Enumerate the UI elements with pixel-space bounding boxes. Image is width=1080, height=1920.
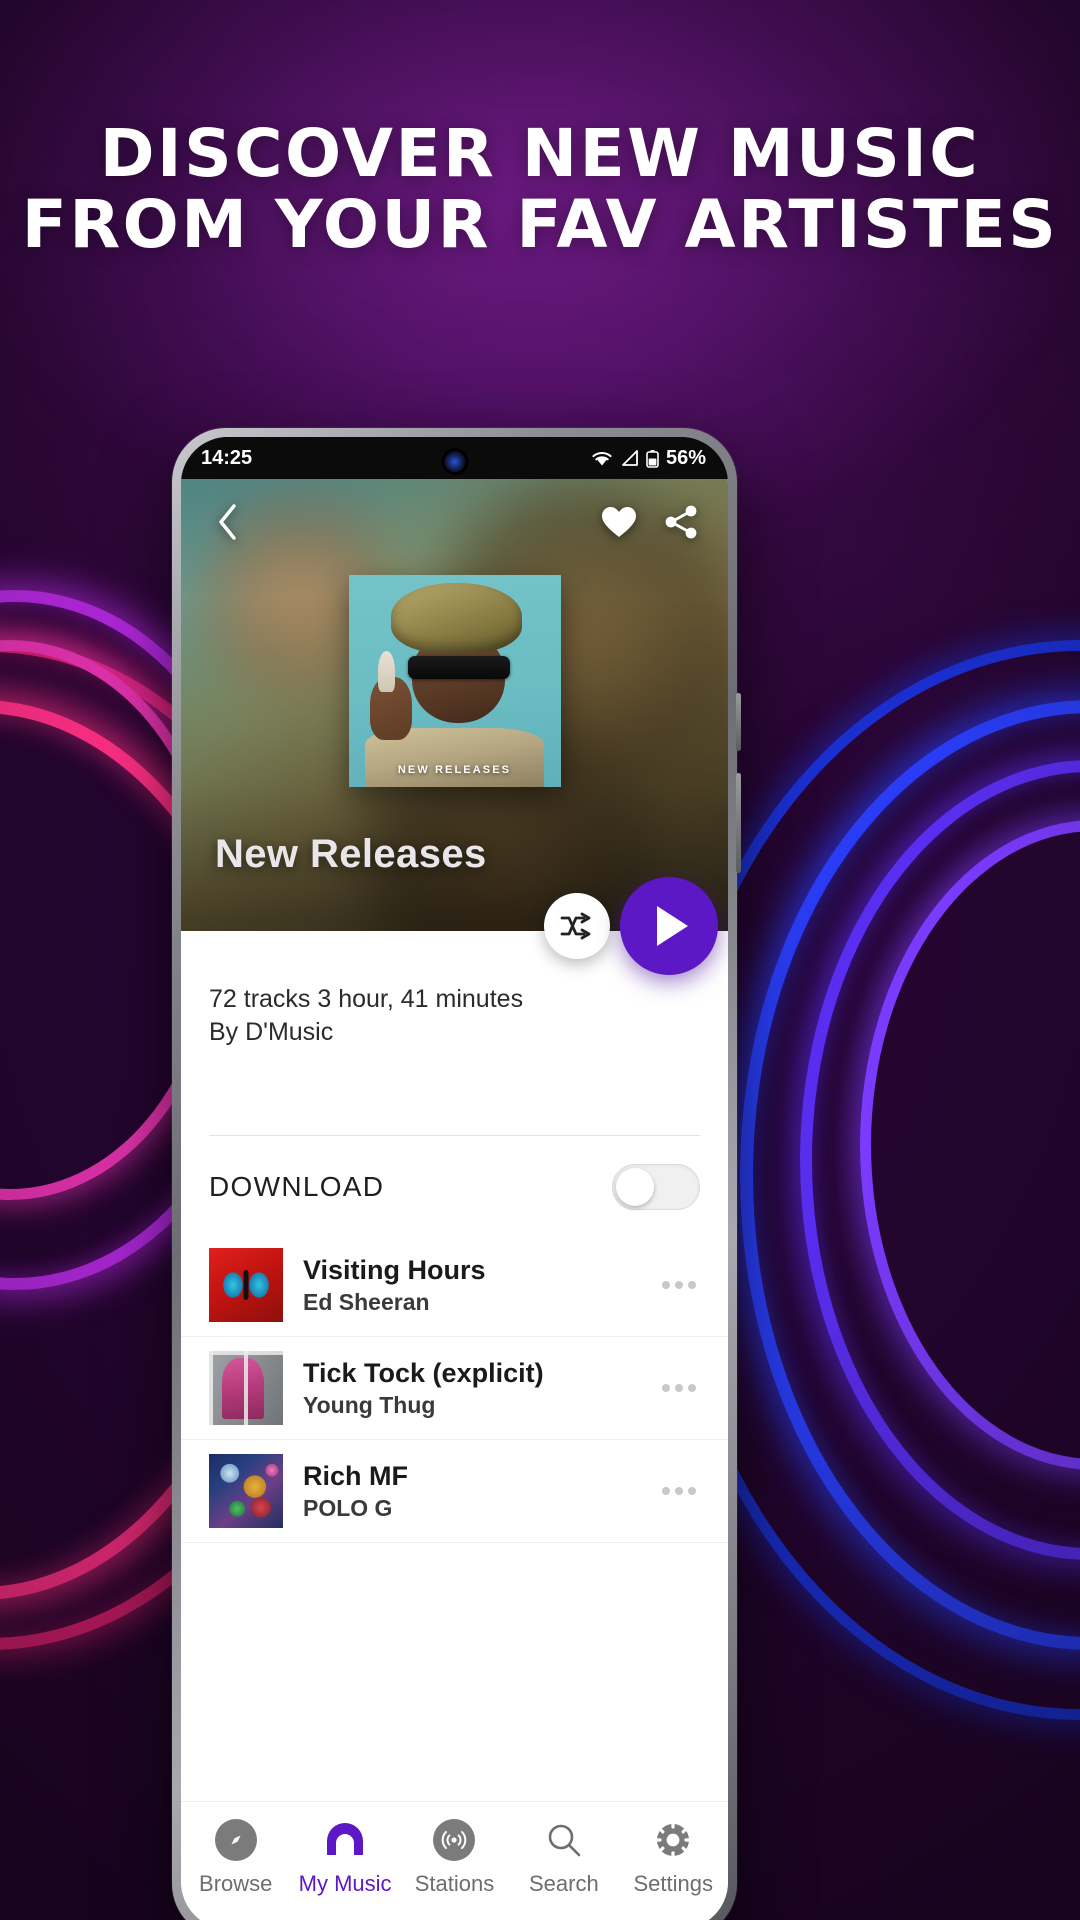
wifi-icon	[592, 451, 612, 465]
track-artist: Ed Sheeran	[303, 1289, 430, 1316]
hero-action-buttons	[598, 501, 702, 543]
nav-label-browse: Browse	[199, 1871, 273, 1896]
hero-toolbar	[181, 479, 728, 565]
track-artist: Young Thug	[303, 1392, 436, 1419]
more-options-icon[interactable]	[658, 1281, 700, 1289]
nav-label-settings: Settings	[633, 1871, 714, 1896]
table-row[interactable]: Rich MF POLO G	[181, 1440, 728, 1543]
album-art-finger	[378, 651, 396, 692]
toggle-knob	[616, 1168, 654, 1206]
phone-power-button	[736, 773, 741, 873]
bottom-navigation: Browse My Music Stations Search Settings	[181, 1801, 728, 1920]
radio-broadcast-icon	[433, 1819, 476, 1861]
status-indicators: 56%	[591, 447, 706, 470]
app-screen: NEW RELEASES New Releases 72 tracks 3 ho…	[181, 479, 728, 1920]
playlist-hero: NEW RELEASES New Releases	[181, 479, 728, 931]
back-button[interactable]	[207, 501, 249, 543]
playlist-content: 72 tracks 3 hour, 41 minutes By D'Music …	[181, 931, 728, 1543]
browse-icon-wrap	[214, 1818, 258, 1862]
back-chevron-icon	[219, 504, 236, 540]
track-list: Visiting Hours Ed Sheeran Tick Tock (exp…	[181, 1234, 728, 1543]
share-icon	[665, 505, 697, 539]
signal-icon	[622, 449, 638, 466]
headline-line-2: FROM YOUR FAV ARTISTES	[21, 186, 1059, 264]
table-row[interactable]: Tick Tock (explicit) Young Thug	[181, 1337, 728, 1440]
album-art-sunglasses	[407, 655, 510, 679]
shuffle-button[interactable]	[544, 893, 610, 959]
nav-item-stations[interactable]: Stations	[400, 1818, 509, 1897]
gear-icon	[655, 1822, 691, 1858]
track-info: Visiting Hours Ed Sheeran	[303, 1254, 638, 1316]
phone-screen: 14:25 56% NEW RELEASES New Releases 72 t…	[181, 437, 728, 1920]
battery-icon	[646, 449, 659, 468]
download-toggle[interactable]	[612, 1164, 700, 1210]
album-art-fur-hat	[390, 583, 523, 654]
battery-percentage: 56%	[665, 446, 706, 469]
promo-headline: DISCOVER NEW MUSIC FROM YOUR FAV ARTISTE…	[0, 118, 1080, 261]
track-album-art	[209, 1248, 283, 1322]
table-row[interactable]: Visiting Hours Ed Sheeran	[181, 1234, 728, 1337]
track-title: Visiting Hours	[303, 1254, 486, 1285]
playlist-album-art: NEW RELEASES	[348, 575, 561, 787]
settings-icon-wrap	[651, 1818, 695, 1862]
more-options-icon[interactable]	[658, 1384, 700, 1392]
track-artist: POLO G	[303, 1495, 393, 1522]
track-title: Tick Tock (explicit)	[303, 1357, 544, 1388]
headline-line-1: DISCOVER NEW MUSIC	[99, 115, 981, 192]
heart-icon	[602, 506, 636, 537]
play-icon	[657, 906, 688, 946]
download-row[interactable]: DOWNLOAD	[181, 1136, 728, 1234]
stations-icon-wrap	[432, 1818, 476, 1862]
nav-label-stations: Stations	[414, 1871, 495, 1896]
playlist-owner-text: By D'Music	[209, 1018, 334, 1046]
more-options-icon[interactable]	[658, 1487, 700, 1495]
play-button[interactable]	[620, 877, 718, 975]
search-icon-wrap	[542, 1818, 586, 1862]
status-bar: 14:25 56%	[181, 437, 728, 479]
nav-item-search[interactable]: Search	[509, 1818, 618, 1897]
search-icon	[548, 1824, 581, 1857]
headphones-icon	[327, 1823, 364, 1855]
track-title: Rich MF	[303, 1460, 408, 1491]
front-camera-punch-hole	[444, 451, 465, 472]
share-button[interactable]	[660, 501, 702, 543]
phone-mockup: 14:25 56% NEW RELEASES New Releases 72 t…	[172, 428, 741, 1920]
nav-label-my-music: My Music	[298, 1871, 392, 1896]
nav-label-search: Search	[529, 1871, 599, 1896]
nav-item-my-music[interactable]: My Music	[290, 1818, 399, 1897]
track-info: Rich MF POLO G	[303, 1460, 638, 1522]
download-label: DOWNLOAD	[209, 1171, 385, 1202]
my-music-icon-wrap	[323, 1818, 367, 1862]
nav-item-settings[interactable]: Settings	[619, 1818, 728, 1897]
album-art-label: NEW RELEASES	[397, 764, 512, 776]
status-time: 14:25	[201, 446, 253, 469]
track-album-art	[209, 1454, 283, 1528]
nav-item-browse[interactable]: Browse	[181, 1818, 290, 1897]
playback-action-buttons	[544, 877, 718, 975]
compass-icon	[214, 1819, 257, 1861]
phone-volume-button	[736, 693, 741, 751]
shuffle-icon	[560, 912, 591, 940]
favorite-button[interactable]	[598, 501, 640, 543]
track-album-art	[209, 1351, 283, 1425]
playlist-title: New Releases	[215, 832, 487, 876]
track-info: Tick Tock (explicit) Young Thug	[303, 1357, 638, 1419]
tracks-duration-text: 72 tracks 3 hour, 41 minutes	[209, 985, 524, 1013]
